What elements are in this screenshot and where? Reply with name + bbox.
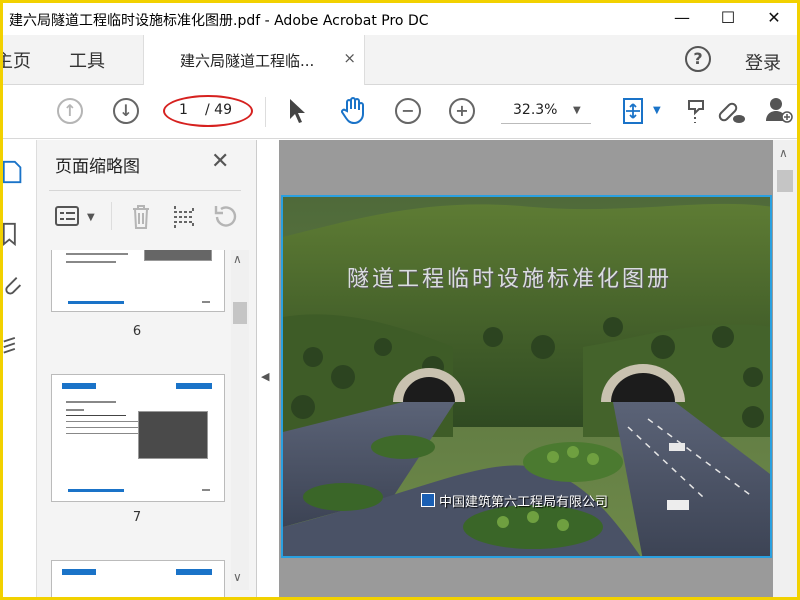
thumb-tunnel-photo bbox=[138, 411, 208, 459]
rotate-page-icon[interactable] bbox=[213, 204, 239, 230]
thumb-header-band bbox=[62, 383, 96, 389]
red-annotation-oval bbox=[163, 95, 253, 127]
thumbnail-page-8[interactable] bbox=[51, 560, 225, 597]
zoom-dropdown-caret-icon[interactable]: ▼ bbox=[573, 105, 581, 116]
hand-tool-icon[interactable] bbox=[339, 95, 369, 125]
window-title: 建六局隧道工程临时设施标准化图册.pdf - Adobe Acrobat Pro… bbox=[9, 13, 429, 29]
collapse-panel-icon[interactable]: ◀ bbox=[261, 370, 269, 383]
thumb-text-line bbox=[66, 421, 138, 422]
minimize-button[interactable]: — bbox=[659, 3, 705, 35]
thumb-header-band bbox=[62, 569, 96, 575]
thumbnail-page-number: 6 bbox=[132, 324, 142, 339]
zoom-in-icon[interactable]: + bbox=[449, 98, 475, 124]
thumbnail-page-number: 7 bbox=[132, 510, 142, 525]
panel-tool-divider bbox=[111, 202, 112, 230]
thumb-rule bbox=[66, 415, 126, 416]
share-link-icon[interactable] bbox=[715, 97, 747, 125]
document-lower-area bbox=[279, 561, 773, 597]
doc-scrollbar-thumb[interactable] bbox=[777, 170, 793, 192]
scroll-up-icon[interactable]: ∧ bbox=[233, 252, 242, 266]
title-bar: 建六局隧道工程临时设施标准化图册.pdf - Adobe Acrobat Pro… bbox=[3, 3, 797, 35]
toolbar: ↑ ↓ 1 / 49 − + 32.3% ▼ ▼ bbox=[3, 85, 797, 139]
fit-page-icon[interactable] bbox=[621, 97, 647, 125]
document-tab-label: 建六局隧道工程临... bbox=[180, 52, 315, 70]
add-user-icon[interactable] bbox=[765, 95, 793, 125]
page-thumbnails-icon[interactable] bbox=[3, 160, 23, 184]
thumb-text-line bbox=[66, 427, 138, 428]
app-window: 建六局隧道工程临时设施标准化图册.pdf - Adobe Acrobat Pro… bbox=[0, 0, 800, 600]
thumb-footer-band bbox=[68, 489, 124, 492]
pdf-page[interactable]: 隧道工程临时设施标准化图册 中国建筑第六工程局有限公司 bbox=[281, 195, 772, 558]
menu-bar: 主页 工具 建六局隧道工程临... × ? 登录 bbox=[3, 35, 797, 85]
extract-pages-icon[interactable] bbox=[173, 204, 195, 230]
document-heading: 隧道工程临时设施标准化图册 bbox=[347, 267, 673, 292]
thumb-header-band bbox=[176, 569, 212, 575]
zoom-out-icon[interactable]: − bbox=[395, 98, 421, 124]
select-cursor-icon[interactable] bbox=[287, 97, 307, 125]
company-logo-icon bbox=[421, 493, 435, 507]
tab-home[interactable]: 主页 bbox=[3, 47, 31, 73]
comment-icon[interactable] bbox=[687, 97, 707, 125]
login-button[interactable]: 登录 bbox=[745, 49, 781, 75]
zoom-level-field[interactable]: 32.3% bbox=[513, 102, 557, 118]
maximize-button[interactable]: ☐ bbox=[705, 3, 751, 35]
attachments-icon[interactable] bbox=[3, 274, 23, 298]
layers-icon[interactable] bbox=[3, 336, 23, 360]
document-scrollbar[interactable]: ∧ bbox=[773, 140, 797, 597]
toolbar-divider bbox=[265, 97, 266, 127]
zoom-field-underline bbox=[501, 123, 591, 124]
close-tab-button[interactable]: × bbox=[343, 49, 356, 67]
thumb-text-line bbox=[66, 409, 84, 411]
panel-title: 页面缩略图 bbox=[55, 157, 140, 177]
tab-document[interactable]: 建六局隧道工程临... × bbox=[143, 35, 365, 85]
left-navigation-rail bbox=[3, 140, 37, 597]
thumb-text-line bbox=[66, 261, 116, 263]
thumbnail-page-7[interactable] bbox=[51, 374, 225, 502]
scrollbar-thumb[interactable] bbox=[233, 302, 247, 324]
thumbnail-page-6[interactable] bbox=[51, 250, 225, 312]
thumb-text-line bbox=[66, 401, 116, 403]
thumbnail-panel: 页面缩略图 ✕ ▼ 6 7 ∧ ∨ bbox=[37, 140, 257, 597]
close-panel-button[interactable]: ✕ bbox=[211, 149, 229, 174]
fit-dropdown-caret-icon[interactable]: ▼ bbox=[653, 105, 661, 116]
thumbnail-list: 6 7 bbox=[37, 250, 231, 597]
close-window-button[interactable]: ✕ bbox=[751, 3, 797, 35]
tab-tools[interactable]: 工具 bbox=[69, 47, 105, 73]
thumb-text-line bbox=[66, 433, 138, 434]
delete-pages-icon[interactable] bbox=[131, 204, 151, 230]
thumbnail-options-icon[interactable] bbox=[55, 206, 81, 228]
panel-divider bbox=[49, 190, 241, 191]
thumb-photo bbox=[144, 250, 212, 261]
company-name: 中国建筑第六工程局有限公司 bbox=[439, 495, 609, 510]
thumb-page-mark bbox=[202, 301, 210, 303]
thumb-footer-band bbox=[68, 301, 124, 304]
help-icon[interactable]: ? bbox=[685, 46, 711, 72]
thumb-header-band bbox=[176, 383, 212, 389]
thumb-page-mark bbox=[202, 489, 210, 491]
prev-page-icon[interactable]: ↑ bbox=[57, 98, 83, 124]
options-caret-icon[interactable]: ▼ bbox=[87, 212, 95, 223]
bookmarks-icon[interactable] bbox=[3, 222, 23, 246]
thumb-text-line bbox=[66, 253, 128, 255]
scroll-down-icon[interactable]: ∨ bbox=[233, 570, 242, 584]
thumbnail-scrollbar[interactable]: ∧ ∨ bbox=[231, 250, 249, 590]
next-page-icon[interactable]: ↓ bbox=[113, 98, 139, 124]
doc-scroll-up-icon[interactable]: ∧ bbox=[779, 146, 788, 160]
